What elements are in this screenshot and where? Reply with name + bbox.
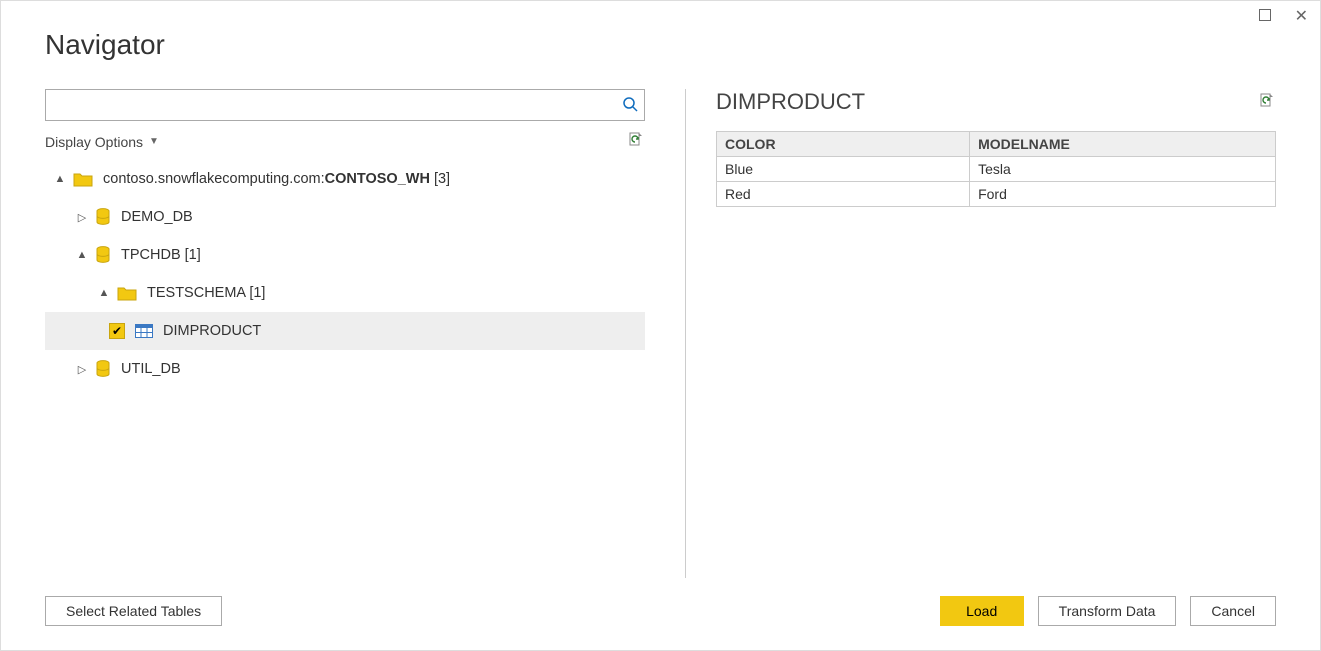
folder-icon	[73, 171, 93, 187]
database-icon	[95, 246, 111, 264]
chevron-down-icon: ▼	[149, 136, 159, 147]
database-icon	[95, 208, 111, 226]
folder-icon	[117, 285, 137, 301]
refresh-button[interactable]	[627, 131, 645, 152]
tree-item-label: TESTSCHEMA [1]	[147, 285, 265, 301]
tree-item-util-db[interactable]: ▷ UTIL_DB	[45, 350, 645, 388]
tree-item-server[interactable]: ▲ contoso.snowflakecomputing.com:CONTOSO…	[45, 160, 645, 198]
tree-item-label: UTIL_DB	[121, 361, 181, 377]
footer: Select Related Tables Load Transform Dat…	[45, 578, 1276, 626]
cell: Blue	[717, 157, 970, 182]
load-button[interactable]: Load	[940, 596, 1024, 626]
tree-item-label: DEMO_DB	[121, 209, 193, 225]
tree-item-checkbox[interactable]: ✔	[109, 323, 125, 339]
preview-title: DIMPRODUCT	[716, 89, 865, 115]
table-row[interactable]: Red Ford	[717, 182, 1276, 207]
cell: Tesla	[970, 157, 1276, 182]
maximize-icon	[1259, 9, 1271, 21]
transform-data-button[interactable]: Transform Data	[1038, 596, 1177, 626]
page-title: Navigator	[45, 29, 1276, 61]
tree-item-label: TPCHDB [1]	[121, 247, 201, 263]
refresh-icon	[627, 131, 645, 149]
preview-refresh-button[interactable]	[1258, 92, 1276, 113]
search-icon[interactable]	[616, 96, 644, 115]
maximize-button[interactable]	[1259, 9, 1271, 25]
cell: Ford	[970, 182, 1276, 207]
expander-expand-icon[interactable]: ▷	[75, 211, 89, 224]
select-related-tables-button[interactable]: Select Related Tables	[45, 596, 222, 626]
column-header[interactable]: COLOR	[717, 132, 970, 157]
expander-collapse-icon[interactable]: ▲	[97, 287, 111, 299]
tree-item-demo-db[interactable]: ▷ DEMO_DB	[45, 198, 645, 236]
tree-item-dimproduct[interactable]: ✔ DIMPRODUCT	[45, 312, 645, 350]
search-box[interactable]	[45, 89, 645, 121]
tree-item-tpchdb[interactable]: ▲ TPCHDB [1]	[45, 236, 645, 274]
expander-expand-icon[interactable]: ▷	[75, 363, 89, 376]
left-pane: Display Options ▼ ▲	[45, 89, 645, 578]
tree-item-label: contoso.snowflakecomputing.com:CONTOSO_W…	[103, 171, 450, 187]
tree-item-testschema[interactable]: ▲ TESTSCHEMA [1]	[45, 274, 645, 312]
search-input[interactable]	[46, 93, 616, 117]
tree-item-label: DIMPRODUCT	[163, 323, 261, 339]
navigator-tree: ▲ contoso.snowflakecomputing.com:CONTOSO…	[45, 160, 645, 388]
preview-table: COLOR MODELNAME Blue Tesla Red Ford	[716, 131, 1276, 207]
database-icon	[95, 360, 111, 378]
expander-collapse-icon[interactable]: ▲	[53, 173, 67, 185]
refresh-icon	[1258, 92, 1276, 110]
cancel-button[interactable]: Cancel	[1190, 596, 1276, 626]
preview-pane: DIMPRODUCT COLOR MODELNAME	[685, 89, 1276, 578]
cell: Red	[717, 182, 970, 207]
close-button[interactable]: ✕	[1295, 9, 1308, 25]
table-row[interactable]: Blue Tesla	[717, 157, 1276, 182]
column-header[interactable]: MODELNAME	[970, 132, 1276, 157]
table-icon	[135, 324, 153, 338]
table-header-row: COLOR MODELNAME	[717, 132, 1276, 157]
display-options-label: Display Options	[45, 134, 143, 150]
display-options-dropdown[interactable]: Display Options ▼	[45, 134, 159, 150]
expander-collapse-icon[interactable]: ▲	[75, 249, 89, 261]
